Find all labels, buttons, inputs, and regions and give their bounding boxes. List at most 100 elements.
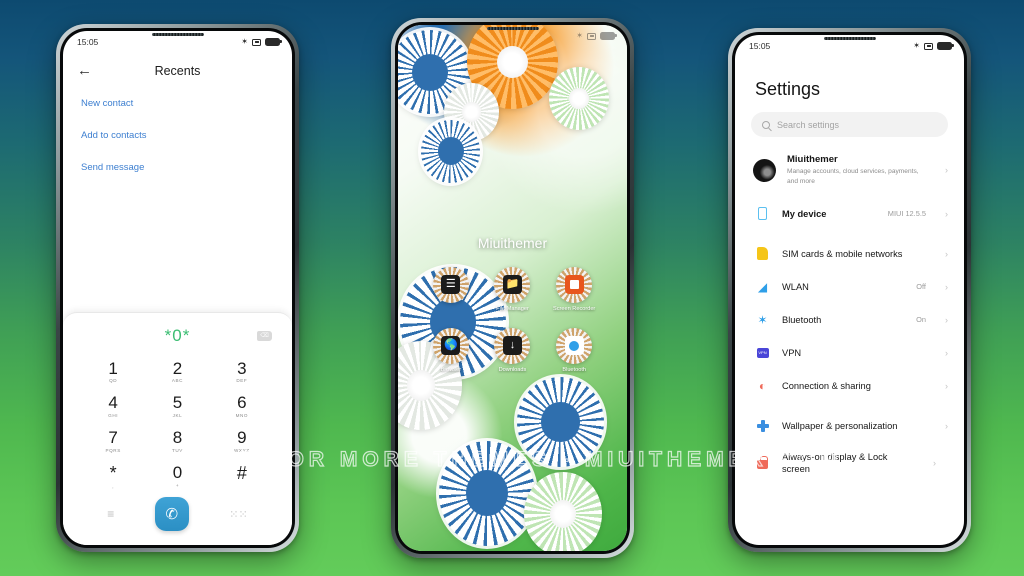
key-digit: 2 (172, 358, 183, 378)
vibrate-icon (587, 32, 596, 40)
key-sublabel: MNO (235, 413, 249, 419)
dialpad-panel: *0* ⌫ 1 QD 2 ABC 3 DEF 4 GHI 5 JKL 6 MNO… (63, 311, 292, 545)
key-0[interactable]: 0 + (145, 459, 209, 493)
key-star[interactable]: * , (81, 459, 145, 493)
chevron-right-icon: › (933, 458, 936, 469)
key-digit: 5 (172, 393, 183, 413)
settings-row-wlan[interactable]: ◢ WLAN Off › (735, 270, 964, 303)
settings-label: Connection & sharing (782, 380, 871, 391)
key-digit: 8 (172, 428, 183, 448)
key-8[interactable]: 8 TUV (145, 424, 209, 457)
app-icon-chakra[interactable]: ☰ (420, 266, 482, 312)
key-digit: 7 (108, 428, 118, 448)
battery-icon (600, 32, 617, 40)
phone-left-dialer: 15:05 ✶ ← Recents New contact Add to con… (56, 24, 299, 552)
chevron-right-icon: › (945, 281, 948, 292)
key-sublabel: DEF (236, 378, 248, 384)
app-label: Screen Recorder (553, 305, 596, 312)
link-add-to-contacts[interactable]: Add to contacts (81, 130, 274, 141)
backspace-icon[interactable]: ⌫ (257, 330, 272, 341)
key-5[interactable]: 5 JKL (145, 389, 209, 422)
settings-row-bluetooth[interactable]: ✶ Bluetooth On › (735, 303, 964, 336)
list-gap (735, 402, 964, 409)
app-label: File Manager (496, 305, 529, 312)
bluetooth-icon: ✶ (241, 37, 248, 46)
settings-row-wallpaper[interactable]: Wallpaper & personalization › (735, 409, 964, 442)
glyph (564, 336, 584, 356)
bluetooth-icon: ✶ (913, 41, 920, 50)
key-digit: 9 (237, 428, 247, 448)
search-icon (762, 120, 770, 129)
page-title: Recents (154, 63, 201, 78)
settings-label: Bluetooth (782, 314, 822, 325)
keypad-toggle-icon[interactable]: ⁙⁙ (229, 508, 247, 521)
phone-bezel: 15:05 ✶ ← Recents New contact Add to con… (60, 28, 295, 548)
key-2[interactable]: 2 ABC (145, 355, 209, 388)
phone-center-home: ✶ Miuithemer ☰ 📁 File Manager Screen Rec… (391, 18, 634, 558)
app-icon-downloads[interactable]: ↓ Downloads (482, 327, 544, 373)
app-icon-bluetooth[interactable]: Bluetooth (543, 327, 605, 373)
settings-row-connection-sharing[interactable]: ◐ Connection & sharing › (735, 369, 964, 402)
key-hash[interactable]: # (210, 459, 274, 493)
bluetooth-icon: ✶ (576, 31, 583, 40)
key-digit: * (109, 463, 117, 484)
profile-subtitle: Manage accounts, cloud services, payment… (787, 168, 919, 185)
key-sublabel: GHI (108, 413, 119, 419)
settings-row-aod-lock[interactable]: Always-on display & Lock screen › (735, 442, 964, 484)
app-icon-screen-recorder[interactable]: Screen Recorder (543, 266, 605, 312)
settings-row-vpn[interactable]: VPN VPN › (735, 336, 964, 369)
chevron-right-icon: › (945, 165, 948, 176)
menu-list-icon[interactable]: ≡ (107, 507, 114, 521)
call-button[interactable]: ✆ (154, 497, 189, 531)
status-icons: ✶ (241, 37, 282, 46)
page-title: Settings (755, 79, 821, 99)
key-digit: 4 (108, 393, 118, 413)
key-sublabel: ABC (171, 378, 184, 384)
device-icon (755, 206, 770, 221)
dialed-number-row: *0* ⌫ (63, 321, 292, 351)
key-9[interactable]: 9 WXYZ (210, 424, 274, 457)
settings-label: My device (782, 208, 827, 219)
link-send-message[interactable]: Send message (81, 162, 274, 173)
app-icon-file-manager[interactable]: 📁 File Manager (482, 266, 544, 312)
battery-icon (265, 38, 282, 46)
key-7[interactable]: 7 PQRS (81, 424, 145, 457)
chevron-right-icon: › (945, 248, 948, 259)
lock-icon (755, 456, 770, 471)
app-grid: ☰ 📁 File Manager Screen Recorder 🌎 Brows… (398, 266, 627, 373)
download-icon: ↓ (494, 327, 531, 364)
key-digit: 0 (172, 463, 183, 483)
share-icon: ◐ (758, 378, 767, 393)
key-4[interactable]: 4 GHI (81, 389, 145, 422)
chakra-icon: ☰ (432, 266, 469, 303)
earpiece-speaker (486, 27, 539, 30)
app-icon-browser[interactable]: 🌎 Browser (420, 327, 482, 373)
chakra-decoration (420, 119, 481, 183)
bluetooth-icon: ✶ (757, 312, 768, 327)
globe-icon: 🌎 (432, 327, 469, 364)
bluetooth-icon (556, 327, 593, 364)
key-3[interactable]: 3 DEF (210, 355, 274, 388)
account-profile-row[interactable]: Miuithemer Manage accounts, cloud servic… (735, 147, 964, 197)
settings-row-sim[interactable]: SIM cards & mobile networks › (735, 237, 964, 270)
search-input[interactable]: Search settings (751, 112, 948, 137)
glyph (564, 275, 584, 295)
key-sublabel: + (175, 482, 180, 488)
settings-value: On (916, 315, 926, 325)
key-1[interactable]: 1 QD (81, 355, 145, 388)
key-sublabel: , (112, 484, 115, 489)
key-6[interactable]: 6 MNO (210, 389, 274, 422)
status-time: 15:05 (77, 37, 99, 47)
wifi-icon: ◢ (757, 279, 768, 294)
keypad-grid: 1 QD 2 ABC 3 DEF 4 GHI 5 JKL 6 MNO 7 PQR… (63, 351, 292, 493)
phone-icon: ✆ (165, 506, 179, 523)
back-icon[interactable]: ← (77, 63, 92, 78)
status-icons: ✶ (576, 31, 617, 40)
link-new-contact[interactable]: New contact (81, 98, 274, 109)
status-time: 15:05 (749, 41, 771, 51)
flower-decoration (523, 472, 602, 551)
settings-value: MIUI 12.5.5 (887, 209, 926, 219)
phone-left-screen: 15:05 ✶ ← Recents New contact Add to con… (63, 31, 292, 545)
settings-row-my-device[interactable]: My device MIUI 12.5.5 › (735, 197, 964, 230)
glyph: 📁 (502, 275, 522, 295)
